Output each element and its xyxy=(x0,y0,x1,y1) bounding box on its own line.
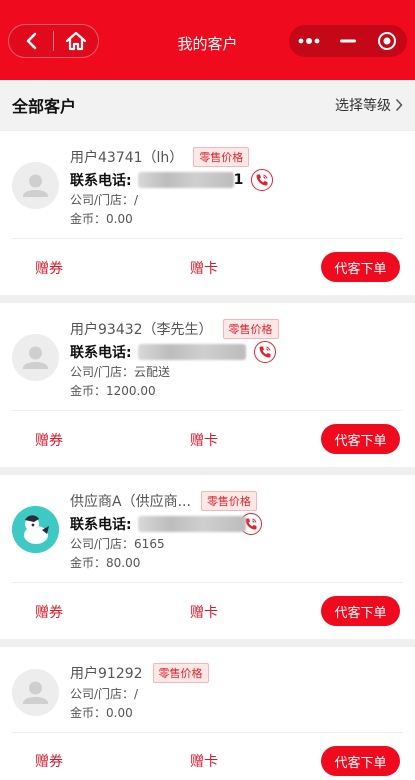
phone-row: 联系电话: 1 xyxy=(70,169,274,191)
customer-card[interactable]: 用户91292 零售价格 公司/门店：/ 金币：0.00 赠券 赠卡 代客下单 xyxy=(0,647,415,780)
phone-row: 联系电话: xyxy=(70,341,276,363)
card-divider xyxy=(12,238,403,239)
phone-icon xyxy=(245,518,257,530)
card-divider xyxy=(12,410,403,411)
card-divider xyxy=(12,732,403,733)
place-order-button[interactable]: 代客下单 xyxy=(321,596,400,626)
price-badge: 零售价格 xyxy=(193,147,250,167)
gift-coupon-button[interactable]: 赠券 xyxy=(35,430,63,450)
store-info: 公司/门店：云配送 xyxy=(70,365,171,379)
call-button[interactable] xyxy=(251,169,274,191)
avatar xyxy=(12,669,59,716)
customer-card[interactable]: 用户43741（lh） 零售价格 联系电话: 1 公司/门店：/ 金币：0.00… xyxy=(0,131,415,295)
select-level-button[interactable]: 选择等级 xyxy=(335,95,403,115)
price-badge: 零售价格 xyxy=(222,319,279,339)
close-button[interactable] xyxy=(369,25,405,57)
phone-icon xyxy=(259,346,271,358)
mini-program-capsule xyxy=(289,25,407,57)
minus-icon xyxy=(339,39,356,43)
gift-coupon-button[interactable]: 赠券 xyxy=(35,258,63,278)
avatar xyxy=(12,334,59,381)
call-button[interactable] xyxy=(253,341,276,363)
default-user-icon xyxy=(12,162,59,209)
gift-coupon-button[interactable]: 赠券 xyxy=(35,602,63,622)
avatar xyxy=(12,162,59,209)
customer-card[interactable]: 用户93432（李先生） 零售价格 联系电话: 公司/门店：云配送 金币：120… xyxy=(0,303,415,467)
gift-card-button[interactable]: 赠卡 xyxy=(190,430,218,450)
more-button[interactable] xyxy=(291,25,327,57)
all-customers-label: 全部客户 xyxy=(12,97,77,116)
coin-balance: 金币：1200.00 xyxy=(70,384,156,398)
more-dots-icon xyxy=(298,38,320,44)
price-badge: 零售价格 xyxy=(200,491,257,511)
store-info: 公司/门店：/ xyxy=(70,687,139,701)
target-icon xyxy=(378,32,397,50)
phone-row: 联系电话: xyxy=(70,513,262,535)
phone-label: 联系电话: xyxy=(70,345,132,361)
price-badge: 零售价格 xyxy=(152,663,209,683)
name-row: 用户91292 零售价格 xyxy=(70,663,209,683)
phone-label: 联系电话: xyxy=(70,173,132,189)
store-info: 公司/门店：/ xyxy=(70,193,139,207)
minimize-button[interactable] xyxy=(330,25,366,57)
place-order-button[interactable]: 代客下单 xyxy=(321,424,400,454)
coin-balance: 金币：80.00 xyxy=(70,556,141,570)
name-row: 用户93432（李先生） 零售价格 xyxy=(70,319,279,339)
place-order-button[interactable]: 代客下单 xyxy=(321,746,400,776)
gift-card-button[interactable]: 赠卡 xyxy=(190,751,218,771)
customer-name: 用户43741（lh） xyxy=(70,150,184,166)
phone-tail: 1 xyxy=(233,172,244,188)
gift-card-button[interactable]: 赠卡 xyxy=(190,602,218,622)
phone-number-masked xyxy=(137,172,234,188)
place-order-button[interactable]: 代客下单 xyxy=(321,252,400,282)
avatar xyxy=(12,506,59,553)
gift-card-button[interactable]: 赠卡 xyxy=(190,258,218,278)
coin-balance: 金币：0.00 xyxy=(70,212,133,226)
phone-icon xyxy=(256,174,268,186)
customer-name: 用户91292 xyxy=(70,666,143,682)
store-info: 公司/门店：6165 xyxy=(70,537,165,551)
name-row: 供应商A（供应商... 零售价格 xyxy=(70,491,257,511)
name-row: 用户43741（lh） 零售价格 xyxy=(70,147,250,167)
default-user-icon xyxy=(12,669,59,716)
select-level-label: 选择等级 xyxy=(335,98,391,114)
customer-name: 供应商A（供应商... xyxy=(70,494,191,510)
cartoon-avatar-icon xyxy=(12,506,59,553)
gift-coupon-button[interactable]: 赠券 xyxy=(35,751,63,771)
app-header: 我的客户 xyxy=(0,0,415,80)
filter-bar: 全部客户 选择等级 xyxy=(0,80,415,130)
coin-balance: 金币：0.00 xyxy=(70,706,133,720)
phone-number-masked xyxy=(137,344,246,360)
card-divider xyxy=(12,582,403,583)
phone-number-masked xyxy=(137,516,246,532)
phone-label: 联系电话: xyxy=(70,517,132,533)
default-user-icon xyxy=(12,334,59,381)
customer-name: 用户93432（李先生） xyxy=(70,322,213,338)
customer-card[interactable]: 供应商A（供应商... 零售价格 联系电话: 公司/门店：6165 金币：80.… xyxy=(0,475,415,639)
chevron-right-icon xyxy=(395,98,403,112)
